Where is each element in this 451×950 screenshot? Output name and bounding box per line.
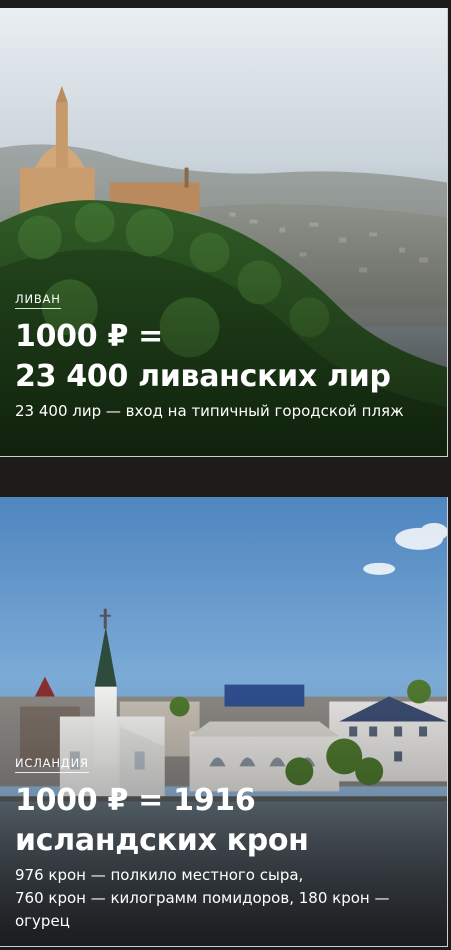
lebanon-caption: ЛИВАН 1000 ₽ = 23 400 ливанских лир 23 4… (15, 288, 435, 423)
price-description: 976 крон — полкило местного сыра, 760 кр… (15, 864, 435, 933)
rate-line-2: 23 400 ливанских лир (15, 359, 391, 394)
country-tag: ИСЛАНДИЯ (15, 756, 89, 773)
iceland-card[interactable]: ИСЛАНДИЯ 1000 ₽ = 1916 исландских крон 9… (0, 497, 448, 947)
lebanon-card[interactable]: ЛИВАН 1000 ₽ = 23 400 ливанских лир 23 4… (0, 8, 448, 457)
price-description: 23 400 лир — вход на типичный городской … (15, 402, 404, 420)
price-line-2: 760 крон — килограмм помидоров, 180 крон… (15, 889, 390, 930)
rate-headline: 1000 ₽ = 23 400 ливанских лир (15, 317, 435, 397)
rate-headline: 1000 ₽ = 1916 исландских крон (15, 781, 435, 861)
iceland-caption: ИСЛАНДИЯ 1000 ₽ = 1916 исландских крон 9… (15, 752, 435, 933)
rate-line-1: 1000 ₽ = 1916 (15, 783, 256, 818)
rate-line-1: 1000 ₽ = (15, 319, 163, 354)
country-tag: ЛИВАН (15, 292, 61, 309)
rate-line-2: исландских крон (15, 823, 309, 858)
price-line-1: 976 крон — полкило местного сыра, (15, 866, 304, 884)
